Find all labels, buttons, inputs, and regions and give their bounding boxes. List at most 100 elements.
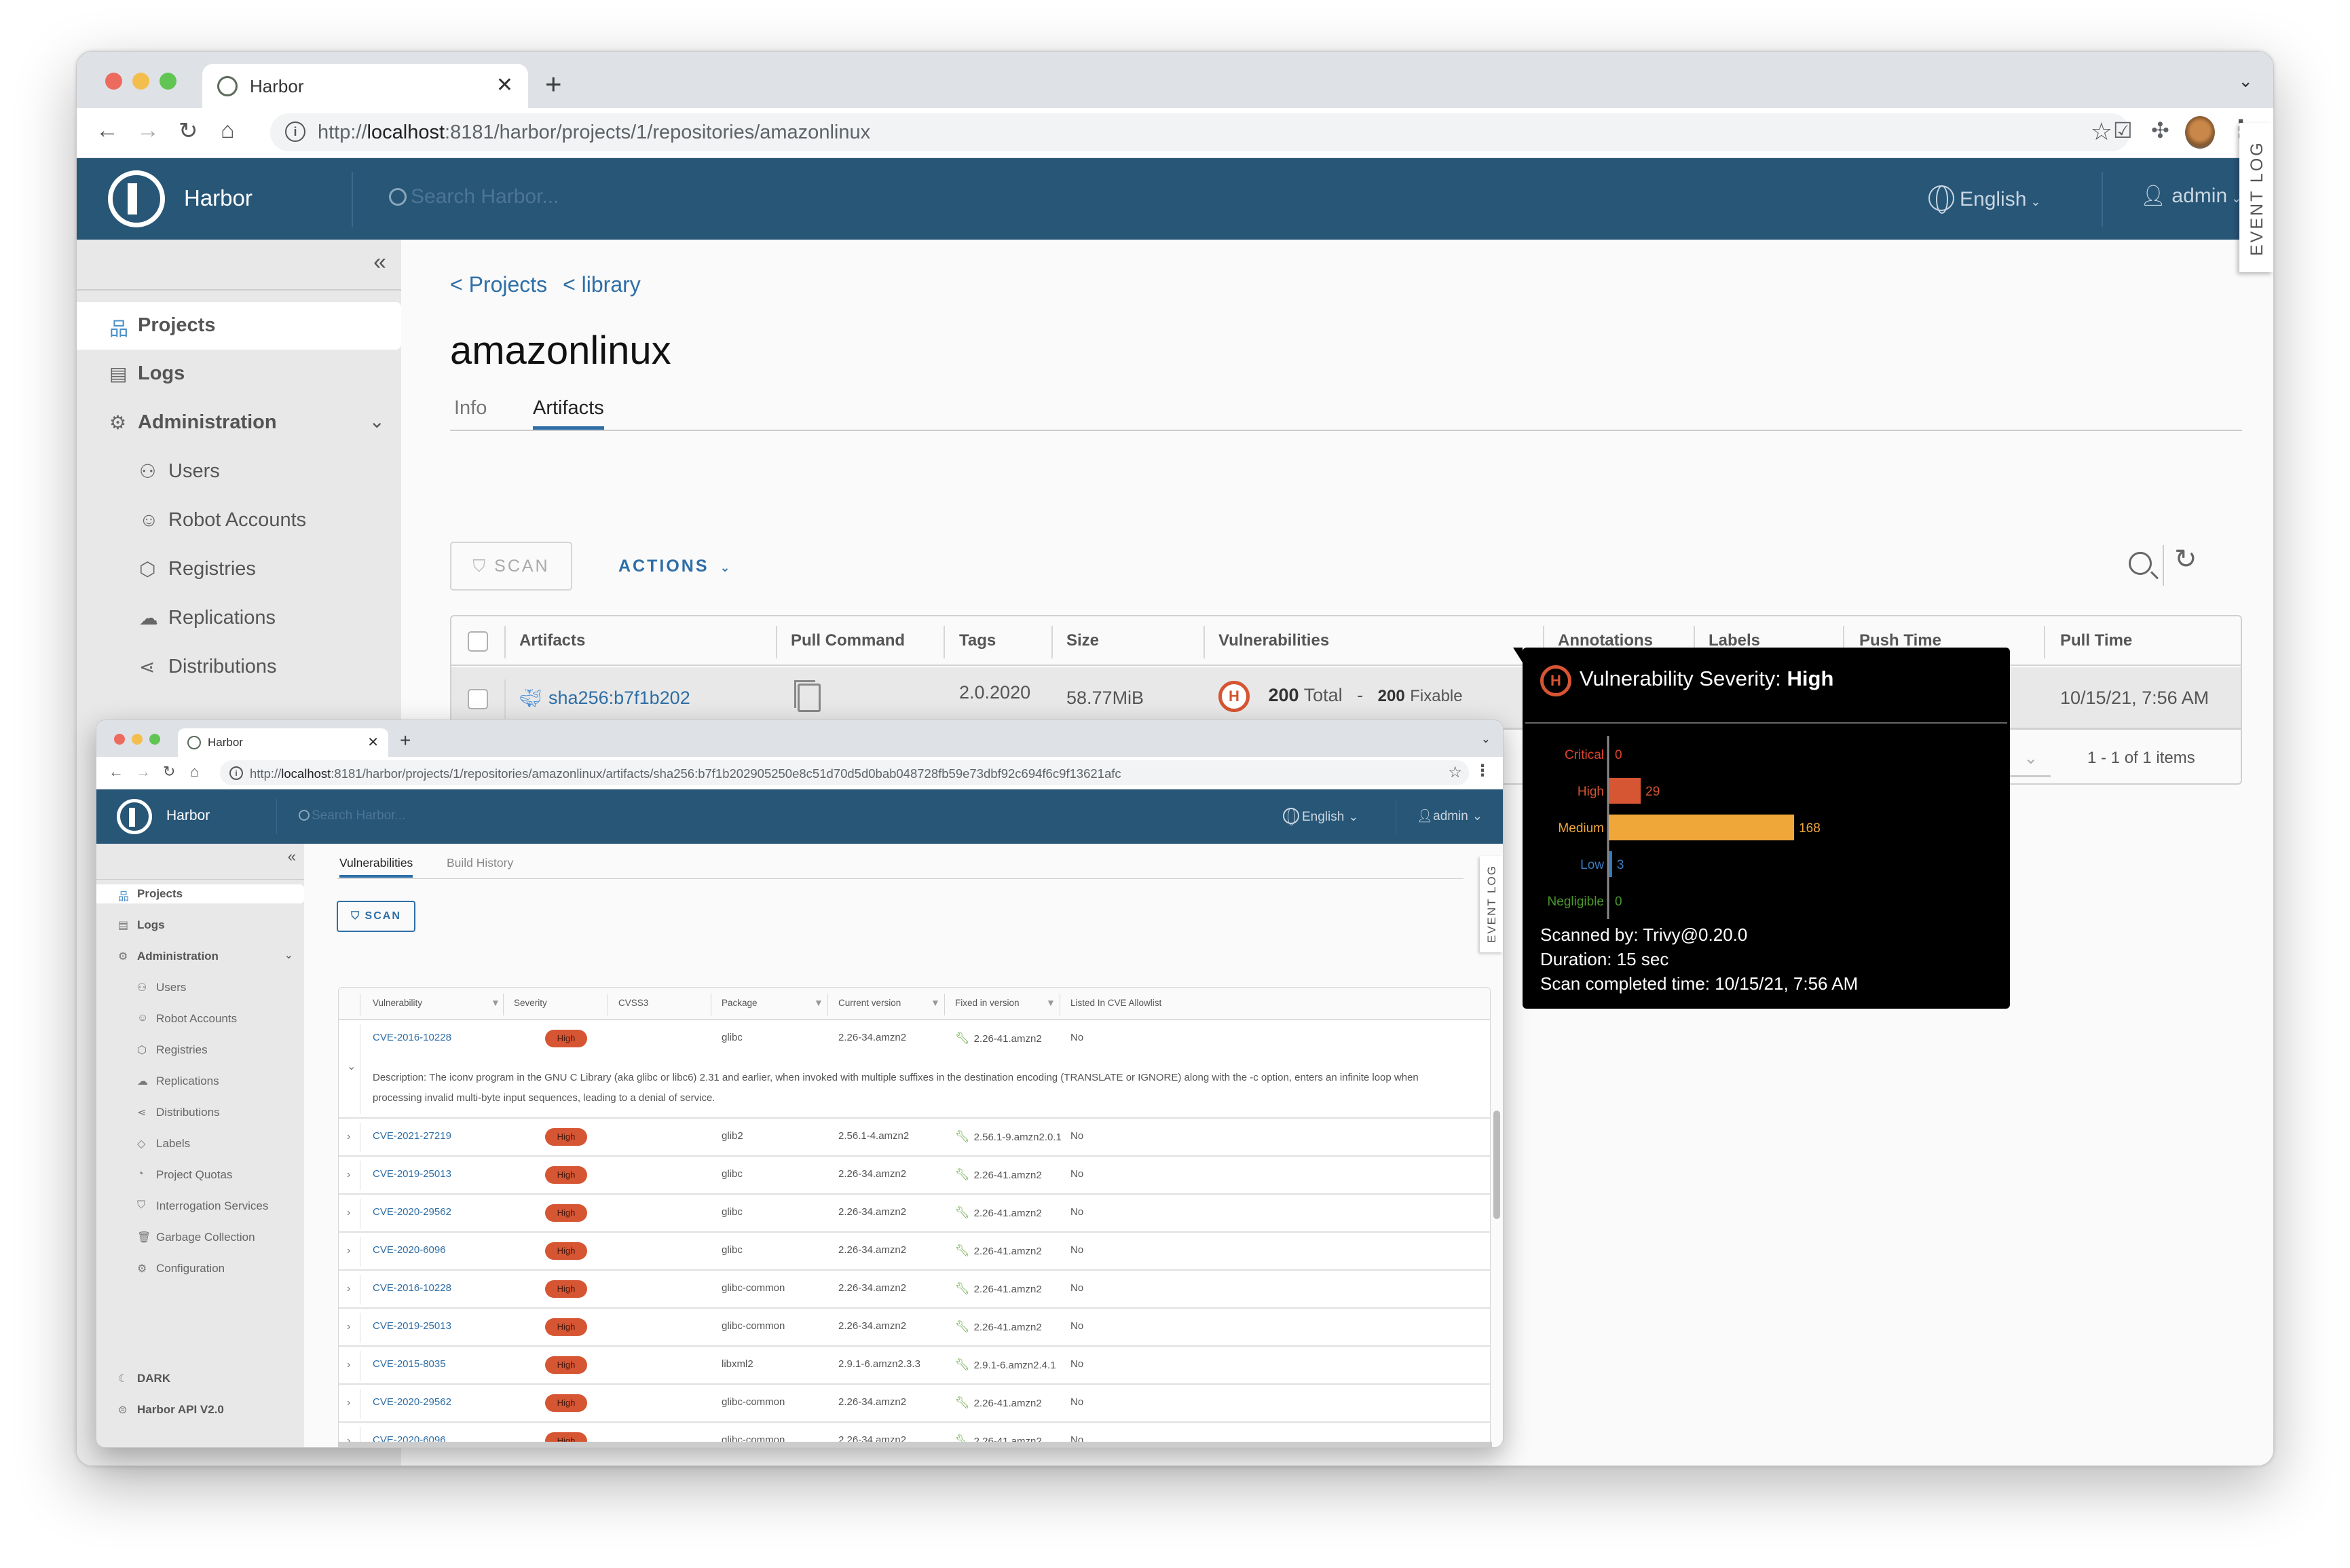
table-row[interactable]: › CVE-2021-27219 High glib2 2.56.1-4.amzn2 🔧︎… <box>339 1119 1490 1157</box>
dark-mode-toggle[interactable]: ☾ DARK <box>96 1369 304 1388</box>
breadcrumb-projects-link[interactable]: < Projects <box>450 272 547 297</box>
cve-link[interactable]: CVE-2020-29562 <box>373 1396 451 1408</box>
minimize-window-button[interactable] <box>132 734 143 745</box>
cve-link[interactable]: CVE-2019-25013 <box>373 1168 451 1180</box>
browser-tab[interactable]: Harbor ✕ <box>178 728 388 757</box>
close-tab-icon[interactable]: ✕ <box>496 73 513 97</box>
language-selector[interactable]: English ⌄ <box>1928 185 2041 214</box>
sidebar-item-distributions[interactable]: ⋖ Distributions <box>77 643 401 691</box>
home-icon[interactable]: ⌂ <box>221 117 235 144</box>
table-row[interactable]: › CVE-2020-6096 High glibc 2.26-34.amzn2 🔧︎ 2.… <box>339 1233 1490 1271</box>
sidebar-item-projects[interactable]: 品 Projects <box>77 302 401 350</box>
url-text[interactable]: http://localhost:8181/harbor/projects/1/… <box>318 122 870 144</box>
column-tags[interactable]: Tags <box>959 631 996 650</box>
tab-search-chevron-icon[interactable]: ⌄ <box>2238 71 2253 92</box>
sidebar-item-distributions[interactable]: ⋖ Distributions <box>96 1103 304 1122</box>
cve-link[interactable]: CVE-2016-10228 <box>373 1032 451 1043</box>
column-package[interactable]: Package <box>722 998 758 1008</box>
user-menu[interactable]: 👤︎ admin ⌄ <box>2140 184 2241 208</box>
forward-icon[interactable]: → <box>136 763 151 781</box>
table-row[interactable]: › CVE-2019-25013 High glibc 2.26-34.amzn2 🔧︎ 2… <box>339 1157 1490 1195</box>
actions-dropdown[interactable]: ACTIONS ⌄ <box>618 557 732 576</box>
chevron-right-icon[interactable]: › <box>347 1131 350 1143</box>
breadcrumb-library-link[interactable]: < library <box>563 272 641 297</box>
filter-icon[interactable]: ▼ <box>491 997 500 1008</box>
cve-link[interactable]: CVE-2019-25013 <box>373 1320 451 1332</box>
chevron-right-icon[interactable]: › <box>347 1245 350 1257</box>
new-tab-icon[interactable]: + <box>545 68 562 100</box>
column-artifacts[interactable]: Artifacts <box>519 631 585 650</box>
artifact-digest-link[interactable]: 🐳︎ sha256:b7f1b202 <box>519 688 690 709</box>
chevron-right-icon[interactable]: › <box>347 1359 350 1371</box>
sidebar-item-garbage-collection[interactable]: 🗑︎ Garbage Collection <box>96 1228 304 1247</box>
extensions-puzzle-icon[interactable]: ✣ <box>2151 117 2169 143</box>
sidebar-item-registries[interactable]: ⬡ Registries <box>96 1041 304 1060</box>
event-log-toggle[interactable]: EVENT LOG <box>2239 123 2273 272</box>
cve-link[interactable]: CVE-2020-29562 <box>373 1206 451 1218</box>
column-pull-command[interactable]: Pull Command <box>791 631 905 650</box>
vertical-scrollbar[interactable] <box>1493 1056 1500 1389</box>
column-cvss3[interactable]: CVSS3 <box>618 998 648 1008</box>
close-tab-icon[interactable]: ✕ <box>367 734 379 751</box>
tab-artifacts[interactable]: Artifacts <box>533 397 604 430</box>
filter-icon[interactable]: ▼ <box>1046 997 1056 1008</box>
column-listed-in-allowlist[interactable]: Listed In CVE Allowlist <box>1070 998 1161 1008</box>
forward-icon[interactable]: → <box>136 117 160 144</box>
refresh-icon[interactable]: ↻ <box>2174 544 2197 575</box>
minimize-window-button[interactable] <box>132 73 149 90</box>
browser-tab[interactable]: Harbor ✕ <box>202 64 528 108</box>
table-row[interactable]: › CVE-2020-29562 High glibc-common 2.26-34.a… <box>339 1385 1490 1423</box>
site-info-icon[interactable]: i <box>229 766 243 780</box>
select-all-checkbox[interactable] <box>468 631 488 652</box>
filter-icon[interactable]: ▼ <box>814 997 823 1008</box>
sidebar-item-users[interactable]: ⚇ Users <box>77 448 401 496</box>
column-fixed-in-version[interactable]: Fixed in version <box>955 998 1020 1008</box>
tab-info[interactable]: Info <box>454 397 487 426</box>
vulnerability-summary[interactable]: H 200 Total - 200 Fixable <box>1218 681 1463 712</box>
address-bar[interactable]: i http://localhost:8181/harbor/projects/… <box>220 760 1469 785</box>
column-current-version[interactable]: Current version <box>838 998 901 1008</box>
sidebar-item-interrogation-services[interactable]: ⛉ Interrogation Services <box>96 1197 304 1216</box>
sidebar-item-users[interactable]: ⚇ Users <box>96 978 304 997</box>
back-icon[interactable]: ← <box>109 763 124 781</box>
chevron-right-icon[interactable]: › <box>347 1207 350 1219</box>
chevron-right-icon[interactable]: › <box>347 1397 350 1409</box>
brand-name[interactable]: Harbor <box>184 185 253 211</box>
bookmark-star-icon[interactable]: ☆ <box>1448 763 1462 781</box>
table-row[interactable]: › CVE-2016-10228 High glibc-common 2.26-34.a… <box>339 1271 1490 1309</box>
reload-icon[interactable]: ↻ <box>163 763 175 781</box>
tab-build-history[interactable]: Build History <box>447 856 513 875</box>
scrollbar-thumb[interactable] <box>1493 1110 1500 1219</box>
sidebar-item-labels[interactable]: ◇ Labels <box>96 1134 304 1153</box>
sidebar-item-administration[interactable]: ⚙ Administration ⌄ <box>77 399 401 447</box>
close-window-button[interactable] <box>105 73 122 90</box>
table-row[interactable]: ⌄ CVE-2016-10228 High glibc 2.26-34.amzn2 🔧︎ 2… <box>339 1020 1490 1119</box>
sidebar-item-projects[interactable]: 品 Projects <box>96 884 304 903</box>
filter-icon[interactable]: ▼ <box>931 997 940 1008</box>
brand-name[interactable]: Harbor <box>166 808 210 824</box>
maximize-window-button[interactable] <box>160 73 176 90</box>
chevron-right-icon[interactable]: › <box>347 1169 350 1181</box>
bookmark-star-icon[interactable]: ☆ <box>2091 117 2112 146</box>
user-menu[interactable]: 👤︎admin ⌄ <box>1417 808 1482 824</box>
global-search-input[interactable]: Search Harbor... <box>389 185 559 208</box>
scan-button[interactable]: ⛉ SCAN <box>450 542 572 591</box>
sidebar-item-robot-accounts[interactable]: ☺ Robot Accounts <box>96 1009 304 1028</box>
reload-icon[interactable]: ↻ <box>179 117 198 145</box>
address-bar[interactable]: i http://localhost:8181/harbor/projects/… <box>270 113 2130 151</box>
sidebar-item-administration[interactable]: ⚙ Administration ⌄ <box>96 947 304 966</box>
back-icon[interactable]: ← <box>96 117 119 144</box>
table-row[interactable]: › CVE-2020-29562 High glibc 2.26-34.amzn2 🔧︎ 2… <box>339 1195 1490 1233</box>
language-selector[interactable]: English ⌄ <box>1283 808 1358 825</box>
tab-search-chevron-icon[interactable]: ⌄ <box>1481 732 1491 746</box>
new-tab-icon[interactable]: + <box>400 730 411 751</box>
cve-link[interactable]: CVE-2016-10228 <box>373 1282 451 1294</box>
chevron-right-icon[interactable]: › <box>347 1283 350 1295</box>
harbor-logo-icon[interactable] <box>108 170 165 227</box>
extension-checklist-icon[interactable]: ☑ <box>2113 117 2133 143</box>
row-checkbox[interactable] <box>468 689 488 709</box>
sidebar-item-configuration[interactable]: ⚙ Configuration <box>96 1259 304 1278</box>
column-severity[interactable]: Severity <box>514 998 547 1008</box>
event-log-toggle[interactable]: EVENT LOG <box>1480 856 1503 952</box>
sidebar-item-robot-accounts[interactable]: ☺ Robot Accounts <box>77 497 401 544</box>
